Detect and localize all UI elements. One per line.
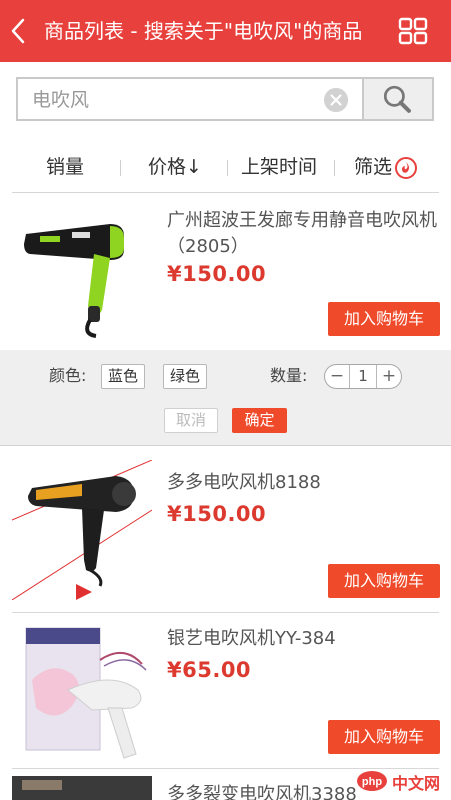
product-price: ¥150.00 [167, 502, 267, 526]
product-price: ¥150.00 [167, 262, 267, 286]
sort-sales[interactable]: 销量 [46, 154, 84, 180]
sort-divider [334, 160, 335, 176]
add-to-cart-button[interactable]: 加入购物车 [328, 564, 440, 598]
divider [12, 612, 439, 613]
sort-bar: 销量 价格↓ 上架时间 筛选 [0, 144, 451, 192]
grid-icon[interactable] [398, 17, 428, 45]
product-name[interactable]: 广州超波王发廊专用静音电吹风机（2805） [167, 208, 439, 260]
sort-divider [227, 160, 228, 176]
cancel-button[interactable]: 取消 [164, 408, 218, 433]
color-option-green[interactable]: 绿色 [163, 364, 208, 389]
decrease-button[interactable]: − [325, 365, 349, 388]
watermark-text: 中文网 [392, 774, 441, 793]
filter-icon[interactable] [394, 156, 418, 180]
add-to-cart-button[interactable]: 加入购物车 [328, 720, 440, 754]
divider [12, 192, 439, 193]
product-name[interactable]: 银艺电吹风机YY-384 [167, 626, 439, 652]
sort-filter[interactable]: 筛选 [354, 154, 392, 180]
add-to-cart-button[interactable]: 加入购物车 [328, 302, 440, 336]
quantity-stepper: − 1 + [324, 364, 402, 389]
php-logo-icon: php [357, 771, 387, 791]
quantity-value[interactable]: 1 [349, 365, 377, 388]
confirm-button[interactable]: 确定 [232, 408, 287, 433]
watermark: php 中文网 [356, 768, 446, 794]
sort-time[interactable]: 上架时间 [241, 154, 317, 180]
color-label: 颜色: [49, 366, 87, 385]
option-panel: 颜色: 蓝色 绿色 数量: − 1 + 取消 确定 [0, 350, 451, 446]
search-box [16, 77, 362, 121]
increase-button[interactable]: + [377, 365, 401, 388]
app-header: 商品列表 - 搜索关于"电吹风"的商品 [0, 0, 451, 62]
search-bar [16, 77, 434, 121]
product-name[interactable]: 多多电吹风机8188 [167, 470, 439, 496]
sort-divider [120, 160, 121, 176]
search-icon [383, 85, 411, 113]
product-image[interactable] [12, 620, 152, 760]
search-input[interactable] [32, 85, 322, 115]
product-image[interactable] [12, 200, 152, 340]
clear-icon[interactable] [324, 88, 348, 112]
product-image[interactable] [12, 776, 152, 800]
svg-text:php: php [362, 776, 382, 788]
search-button[interactable] [362, 77, 434, 121]
chevron-left-icon[interactable] [8, 15, 30, 47]
color-option-blue[interactable]: 蓝色 [101, 364, 146, 389]
quantity-label: 数量: [270, 366, 308, 385]
product-image[interactable] [12, 460, 152, 600]
product-price: ¥65.00 [167, 658, 252, 682]
page-title: 商品列表 - 搜索关于"电吹风"的商品 [44, 19, 363, 43]
sort-price[interactable]: 价格↓ [148, 154, 202, 180]
